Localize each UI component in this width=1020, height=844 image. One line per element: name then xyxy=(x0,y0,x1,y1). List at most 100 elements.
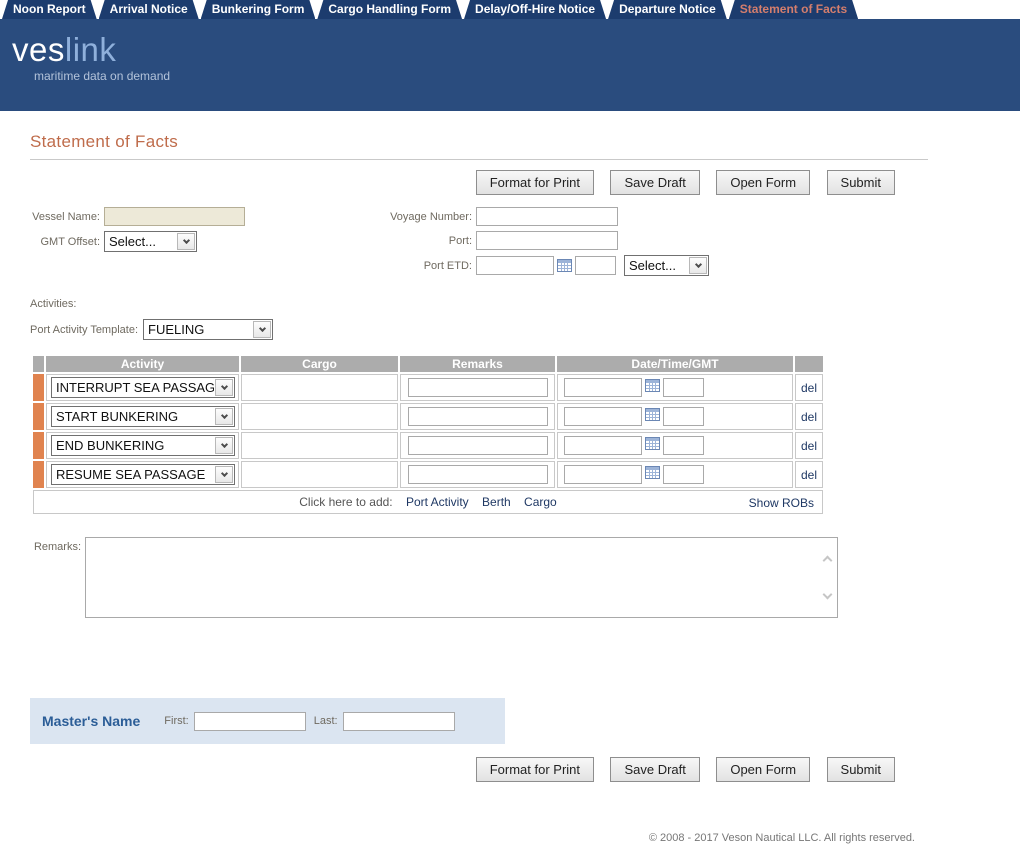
logo-part-ves: ves xyxy=(12,31,65,68)
row-date-input[interactable] xyxy=(564,436,642,455)
logo-part-link: link xyxy=(65,31,117,68)
tab-arrival-notice[interactable]: Arrival Notice xyxy=(99,0,199,19)
delete-row-link[interactable]: del xyxy=(801,410,817,424)
click-here-to-add-label: Click here to add: xyxy=(299,495,392,509)
voyage-number-label: Voyage Number: xyxy=(380,211,476,223)
activity-select[interactable]: INTERRUPT SEA PASSAGE xyxy=(51,377,235,398)
activity-row: START BUNKERING del xyxy=(33,403,823,430)
voyage-number-field[interactable] xyxy=(476,207,618,226)
vessel-name-field[interactable] xyxy=(104,207,245,226)
chevron-down-icon xyxy=(177,233,195,250)
activity-column-header: Activity xyxy=(46,356,239,372)
page-title: Statement of Facts xyxy=(30,132,928,152)
submit-button[interactable]: Submit xyxy=(827,757,895,782)
top-button-row: Format for Print Save Draft Open Form Su… xyxy=(30,170,928,195)
cargo-cell xyxy=(241,461,398,488)
cargo-cell xyxy=(241,374,398,401)
table-header-row: Activity Cargo Remarks Date/Time/GMT xyxy=(33,356,823,372)
save-draft-button[interactable]: Save Draft xyxy=(610,170,699,195)
gmt-offset-label: GMT Offset: xyxy=(30,236,104,248)
cargo-cell xyxy=(241,432,398,459)
top-tab-bar: Noon ReportArrival NoticeBunkering FormC… xyxy=(0,0,1020,19)
add-cargo-link[interactable]: Cargo xyxy=(524,495,557,509)
activity-select[interactable]: START BUNKERING xyxy=(51,406,235,427)
row-date-input[interactable] xyxy=(564,378,642,397)
main-content: Statement of Facts Format for Print Save… xyxy=(30,132,928,844)
scrollbar[interactable] xyxy=(820,538,834,617)
calendar-icon[interactable] xyxy=(645,466,660,479)
row-color-bar xyxy=(33,374,44,401)
chevron-down-icon xyxy=(215,466,233,483)
voyage-header-form: Vessel Name: GMT Offset: Select... Voyag… xyxy=(30,207,928,281)
row-time-input[interactable] xyxy=(663,378,704,397)
chevron-down-icon xyxy=(253,321,271,338)
chevron-down-icon xyxy=(689,257,707,274)
activity-row: INTERRUPT SEA PASSAGE del xyxy=(33,374,823,401)
chevron-down-icon xyxy=(215,379,233,396)
scroll-down-icon[interactable] xyxy=(822,589,832,599)
vessel-name-label: Vessel Name: xyxy=(30,211,104,223)
row-time-input[interactable] xyxy=(663,465,704,484)
remarks-column-header: Remarks xyxy=(400,356,555,372)
row-date-input[interactable] xyxy=(564,407,642,426)
row-color-bar xyxy=(33,432,44,459)
row-remarks-input[interactable] xyxy=(408,378,548,397)
datetime-column-header: Date/Time/GMT xyxy=(557,356,793,372)
port-label: Port: xyxy=(380,235,476,247)
last-name-field[interactable] xyxy=(343,712,455,731)
calendar-icon[interactable] xyxy=(645,437,660,450)
port-etd-timezone-select[interactable]: Select... xyxy=(624,255,709,276)
tab-noon-report[interactable]: Noon Report xyxy=(2,0,97,19)
add-berth-link[interactable]: Berth xyxy=(482,495,511,509)
gmt-offset-select[interactable]: Select... xyxy=(104,231,197,252)
activities-label: Activities: xyxy=(30,298,928,310)
port-etd-date-field[interactable] xyxy=(476,256,554,275)
port-activity-template-select[interactable]: FUELING xyxy=(143,319,273,340)
port-activity-template-label: Port Activity Template: xyxy=(30,324,143,336)
masters-name-section: Master's Name First: Last: xyxy=(30,698,505,744)
row-time-input[interactable] xyxy=(663,407,704,426)
submit-button[interactable]: Submit xyxy=(827,170,895,195)
port-etd-time-field[interactable] xyxy=(575,256,616,275)
first-name-field[interactable] xyxy=(194,712,306,731)
activities-table: Activity Cargo Remarks Date/Time/GMT INT… xyxy=(31,354,825,516)
format-for-print-button[interactable]: Format for Print xyxy=(476,757,594,782)
title-divider xyxy=(30,159,928,160)
tab-cargo-handling-form[interactable]: Cargo Handling Form xyxy=(317,0,462,19)
save-draft-button[interactable]: Save Draft xyxy=(610,757,699,782)
tab-delay-offhire-notice[interactable]: Delay/Off-Hire Notice xyxy=(464,0,606,19)
row-time-input[interactable] xyxy=(663,436,704,455)
port-field[interactable] xyxy=(476,231,618,250)
tab-bunkering-form[interactable]: Bunkering Form xyxy=(201,0,316,19)
tab-statement-of-facts[interactable]: Statement of Facts xyxy=(729,0,858,19)
row-date-input[interactable] xyxy=(564,465,642,484)
cargo-cell xyxy=(241,403,398,430)
scroll-up-icon[interactable] xyxy=(822,556,832,566)
activity-select[interactable]: END BUNKERING xyxy=(51,435,235,456)
format-for-print-button[interactable]: Format for Print xyxy=(476,170,594,195)
remarks-label: Remarks: xyxy=(30,537,85,618)
logo-tagline: maritime data on demand xyxy=(34,69,1020,83)
delete-row-link[interactable]: del xyxy=(801,381,817,395)
row-remarks-input[interactable] xyxy=(408,436,548,455)
port-etd-label: Port ETD: xyxy=(380,260,476,272)
chevron-down-icon xyxy=(215,437,233,454)
show-robs-link[interactable]: Show ROBs xyxy=(749,496,814,510)
calendar-icon[interactable] xyxy=(645,379,660,392)
delete-row-link[interactable]: del xyxy=(801,439,817,453)
row-remarks-input[interactable] xyxy=(408,465,548,484)
calendar-icon[interactable] xyxy=(557,259,572,272)
bottom-button-row: Format for Print Save Draft Open Form Su… xyxy=(30,757,928,782)
tab-departure-notice[interactable]: Departure Notice xyxy=(608,0,727,19)
add-port-activity-link[interactable]: Port Activity xyxy=(406,495,469,509)
open-form-button[interactable]: Open Form xyxy=(716,170,810,195)
activity-row: RESUME SEA PASSAGE del xyxy=(33,461,823,488)
activity-select[interactable]: RESUME SEA PASSAGE xyxy=(51,464,235,485)
header-band: veslink maritime data on demand xyxy=(0,19,1020,111)
color-bar-header xyxy=(33,356,44,372)
open-form-button[interactable]: Open Form xyxy=(716,757,810,782)
row-remarks-input[interactable] xyxy=(408,407,548,426)
delete-row-link[interactable]: del xyxy=(801,468,817,482)
calendar-icon[interactable] xyxy=(645,408,660,421)
remarks-textarea[interactable] xyxy=(86,538,837,617)
